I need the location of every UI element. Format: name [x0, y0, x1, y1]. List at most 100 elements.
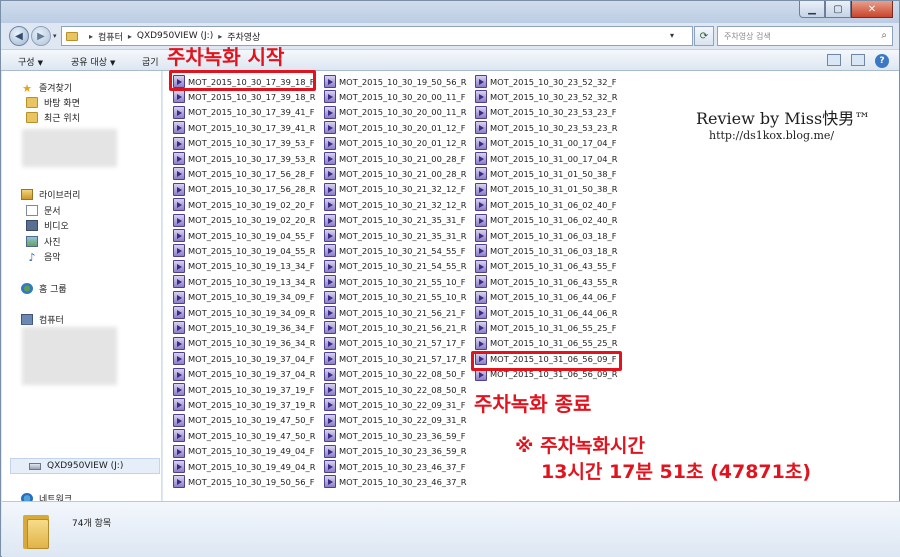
address-bar[interactable]: ▸ 컴퓨터 ▸ QXD950VIEW (J:) ▸ 주차영상 ▾	[61, 26, 693, 46]
file-item[interactable]: MOT_2015_10_30_19_13_34_R	[173, 274, 315, 289]
file-item[interactable]: MOT_2015_10_30_17_39_53_F	[173, 136, 314, 151]
file-item[interactable]: MOT_2015_10_31_06_03_18_F	[475, 228, 616, 243]
refresh-button[interactable]: ⟳	[694, 26, 714, 46]
file-item[interactable]: MOT_2015_10_30_19_50_56_F	[173, 474, 314, 489]
nav-music[interactable]: ♪ 음악	[26, 250, 60, 264]
help-icon[interactable]: ?	[875, 54, 889, 68]
nav-recent[interactable]: 최근 위치	[26, 111, 80, 124]
nav-computer[interactable]: 컴퓨터	[21, 313, 64, 326]
nav-homegroup[interactable]: 홈 그룹	[21, 282, 67, 295]
back-button[interactable]: ◀	[9, 26, 29, 46]
file-item[interactable]: MOT_2015_10_30_23_46_37_F	[324, 459, 465, 474]
file-item[interactable]: MOT_2015_10_30_21_35_31_F	[324, 213, 465, 228]
file-item[interactable]: MOT_2015_10_31_01_50_38_R	[475, 182, 617, 197]
address-dropdown-icon[interactable]: ▾	[670, 31, 674, 40]
file-item[interactable]: MOT_2015_10_31_06_02_40_R	[475, 213, 617, 228]
file-item[interactable]: MOT_2015_10_30_22_08_50_F	[324, 367, 465, 382]
file-item[interactable]: MOT_2015_10_30_21_55_10_R	[324, 290, 466, 305]
nav-documents[interactable]: 문서	[26, 204, 61, 217]
file-item[interactable]: MOT_2015_10_30_21_32_12_F	[324, 182, 465, 197]
file-item[interactable]: MOT_2015_10_30_20_01_12_F	[324, 120, 465, 135]
file-item[interactable]: MOT_2015_10_31_00_17_04_F	[475, 136, 616, 151]
file-item[interactable]: MOT_2015_10_30_21_32_12_R	[324, 197, 466, 212]
file-item[interactable]: MOT_2015_10_30_23_52_32_F	[475, 74, 616, 89]
file-item[interactable]: MOT_2015_10_30_17_39_41_R	[173, 120, 315, 135]
file-item[interactable]: MOT_2015_10_30_20_00_11_R	[324, 105, 466, 120]
file-item[interactable]: MOT_2015_10_30_19_47_50_F	[173, 413, 314, 428]
file-item[interactable]: MOT_2015_10_30_19_34_09_R	[173, 305, 315, 320]
file-item[interactable]: MOT_2015_10_30_21_57_17_R	[324, 351, 466, 366]
file-item[interactable]: MOT_2015_10_30_20_01_12_R	[324, 136, 466, 151]
file-item[interactable]: MOT_2015_10_30_23_53_23_R	[475, 120, 617, 135]
file-item[interactable]: MOT_2015_10_30_23_36_59_R	[324, 444, 466, 459]
file-item[interactable]: MOT_2015_10_30_19_04_55_F	[173, 228, 314, 243]
minimize-button[interactable]: ▁	[799, 1, 825, 18]
breadcrumb-computer[interactable]: 컴퓨터	[98, 30, 123, 43]
file-item[interactable]: MOT_2015_10_30_19_36_34_F	[173, 320, 314, 335]
file-item[interactable]: MOT_2015_10_30_21_00_28_F	[324, 151, 465, 166]
search-input[interactable]: 주차영상 검색 ⌕	[717, 26, 893, 46]
file-item[interactable]: MOT_2015_10_30_19_02_20_R	[173, 213, 315, 228]
file-item[interactable]: MOT_2015_10_30_19_37_04_R	[173, 367, 315, 382]
file-item[interactable]: MOT_2015_10_30_23_46_37_R	[324, 474, 466, 489]
forward-button[interactable]: ▶	[31, 26, 51, 46]
file-item[interactable]: MOT_2015_10_30_21_55_10_F	[324, 274, 465, 289]
change-view-icon[interactable]	[827, 54, 841, 66]
file-item[interactable]: MOT_2015_10_30_19_02_20_F	[173, 197, 314, 212]
file-item[interactable]: MOT_2015_10_30_17_39_18_R	[173, 89, 315, 104]
file-item[interactable]: MOT_2015_10_30_17_39_53_R	[173, 151, 315, 166]
file-item[interactable]: MOT_2015_10_30_17_56_28_R	[173, 182, 315, 197]
file-item[interactable]: MOT_2015_10_31_06_02_40_F	[475, 197, 616, 212]
file-item[interactable]: MOT_2015_10_30_23_53_23_F	[475, 105, 616, 120]
file-item[interactable]: MOT_2015_10_30_23_36_59_F	[324, 428, 465, 443]
file-item[interactable]: MOT_2015_10_30_19_13_34_F	[173, 259, 314, 274]
file-item[interactable]: MOT_2015_10_30_21_54_55_R	[324, 259, 466, 274]
file-item[interactable]: MOT_2015_10_30_19_47_50_R	[173, 428, 315, 443]
chevron-right-icon[interactable]: ▸	[89, 32, 93, 41]
file-item[interactable]: MOT_2015_10_30_21_57_17_F	[324, 336, 465, 351]
nav-drive[interactable]: QXD950VIEW (J:)	[29, 461, 123, 471]
file-item[interactable]: MOT_2015_10_30_21_54_55_F	[324, 243, 465, 258]
close-button[interactable]: ✕	[851, 1, 893, 18]
nav-favorites[interactable]: ★ 즐겨찾기	[21, 81, 72, 95]
breadcrumb-drive[interactable]: QXD950VIEW (J:)	[137, 31, 213, 41]
file-item[interactable]: MOT_2015_10_30_22_09_31_F	[324, 397, 465, 412]
nav-videos[interactable]: 비디오	[26, 219, 69, 232]
share-with-button[interactable]: 공유 대상 ▼	[71, 55, 115, 68]
nav-drive-selected[interactable]: QXD950VIEW (J:)	[10, 458, 160, 474]
file-item[interactable]: MOT_2015_10_31_06_44_06_R	[475, 305, 617, 320]
file-item[interactable]: MOT_2015_10_30_19_49_04_R	[173, 459, 315, 474]
file-item[interactable]: MOT_2015_10_30_19_36_34_R	[173, 336, 315, 351]
file-item[interactable]: MOT_2015_10_30_20_00_11_F	[324, 89, 465, 104]
file-item[interactable]: MOT_2015_10_30_21_00_28_R	[324, 166, 466, 181]
file-item[interactable]: MOT_2015_10_30_22_09_31_R	[324, 413, 466, 428]
file-item[interactable]: MOT_2015_10_31_06_43_55_R	[475, 274, 617, 289]
burn-button[interactable]: 굽기	[142, 55, 159, 68]
file-item[interactable]: MOT_2015_10_30_17_56_28_F	[173, 166, 314, 181]
file-item[interactable]: MOT_2015_10_30_19_37_19_R	[173, 397, 315, 412]
file-item[interactable]: MOT_2015_10_31_06_03_18_R	[475, 243, 617, 258]
nav-libraries[interactable]: 라이브러리	[21, 188, 80, 201]
recent-pages-dropdown-icon[interactable]: ▾	[53, 32, 57, 40]
file-item[interactable]: MOT_2015_10_30_21_56_21_F	[324, 305, 465, 320]
file-item[interactable]: MOT_2015_10_31_06_55_25_F	[475, 320, 616, 335]
file-item[interactable]: MOT_2015_10_30_23_52_32_R	[475, 89, 617, 104]
file-item[interactable]: MOT_2015_10_30_22_08_50_R	[324, 382, 466, 397]
chevron-right-icon[interactable]: ▸	[218, 32, 222, 41]
file-item[interactable]: MOT_2015_10_30_17_39_41_F	[173, 105, 314, 120]
chevron-right-icon[interactable]: ▸	[128, 32, 132, 41]
file-item[interactable]: MOT_2015_10_30_19_37_04_F	[173, 351, 314, 366]
file-item[interactable]: MOT_2015_10_31_00_17_04_R	[475, 151, 617, 166]
file-item[interactable]: MOT_2015_10_31_06_43_55_F	[475, 259, 616, 274]
file-item[interactable]: MOT_2015_10_30_19_34_09_F	[173, 290, 314, 305]
file-item[interactable]: MOT_2015_10_30_19_50_56_R	[324, 74, 466, 89]
file-item[interactable]: MOT_2015_10_31_06_44_06_F	[475, 290, 616, 305]
file-item[interactable]: MOT_2015_10_30_19_04_55_R	[173, 243, 315, 258]
maximize-button[interactable]: ▢	[825, 1, 851, 18]
file-item[interactable]: MOT_2015_10_30_19_49_04_F	[173, 444, 314, 459]
file-item[interactable]: MOT_2015_10_31_06_55_25_R	[475, 336, 617, 351]
file-item[interactable]: MOT_2015_10_30_21_35_31_R	[324, 228, 466, 243]
organize-button[interactable]: 구성 ▼	[18, 55, 43, 68]
file-item[interactable]: MOT_2015_10_30_21_56_21_R	[324, 320, 466, 335]
nav-pictures[interactable]: 사진	[26, 235, 61, 248]
